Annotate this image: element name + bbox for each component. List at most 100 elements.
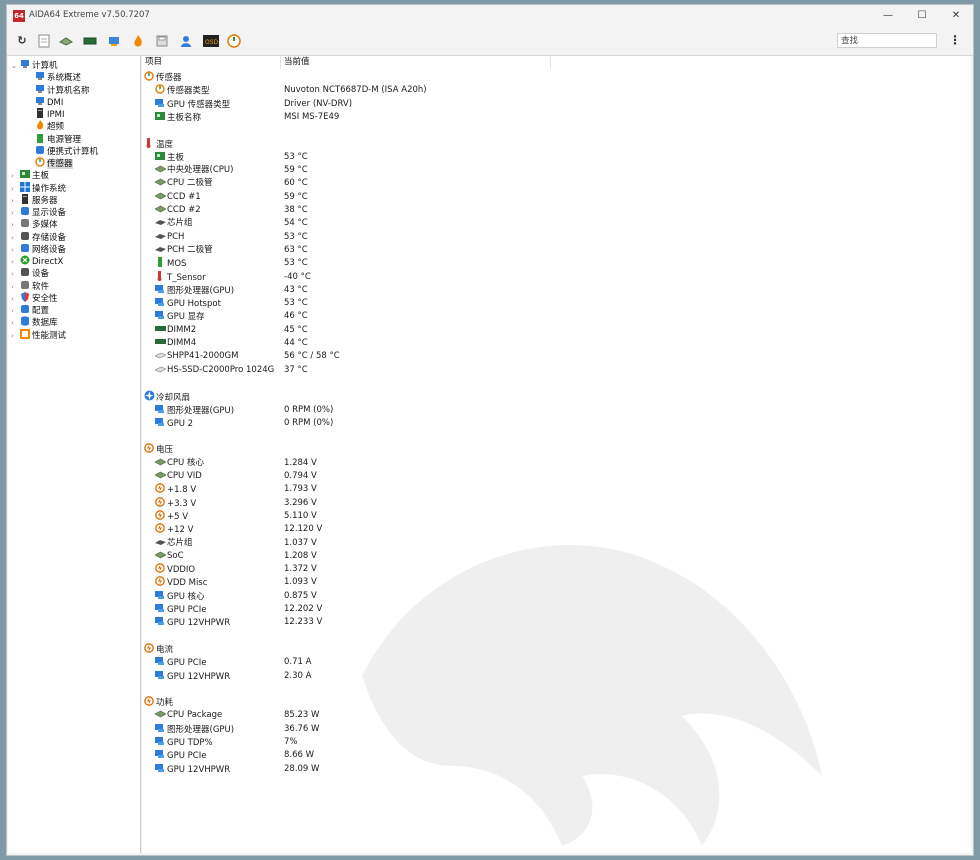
sidebar-item[interactable]: 电源管理 <box>35 133 81 145</box>
table-row[interactable]: 主板名称 <box>155 111 201 124</box>
chevron-right-icon[interactable]: › <box>11 330 20 342</box>
table-row[interactable]: 图形处理器(GPU) <box>155 404 234 417</box>
report-icon[interactable] <box>37 34 51 48</box>
table-row[interactable]: CPU Package <box>154 709 222 722</box>
table-row[interactable]: 主板 <box>155 151 184 164</box>
table-row[interactable]: PCH 二极管 <box>155 244 213 257</box>
table-row[interactable]: 芯片组 <box>155 537 193 550</box>
table-row[interactable]: VDDIO <box>155 563 195 576</box>
sidebar-item[interactable]: › 服务器 <box>11 193 58 207</box>
table-row[interactable]: GPU 传感器类型 <box>155 98 230 111</box>
table-row[interactable]: DIMM2 <box>155 324 196 337</box>
table-row[interactable]: GPU TDP% <box>155 736 213 749</box>
group-header[interactable]: 电流 <box>144 643 173 656</box>
sidebar-item[interactable]: 传感器 <box>35 157 73 169</box>
cpu-icon[interactable] <box>59 34 73 48</box>
table-row[interactable]: GPU 显存 <box>155 310 205 323</box>
table-row[interactable]: HS-SSD-C2000Pro 1024G <box>154 364 274 377</box>
table-row[interactable]: GPU 12VHPWR <box>155 670 230 683</box>
table-row[interactable]: 传感器类型 <box>155 84 210 97</box>
table-row[interactable]: 中央处理器(CPU) <box>154 164 233 177</box>
benchmark-icon[interactable] <box>107 34 121 48</box>
more-options-icon[interactable]: ⋮ <box>949 33 961 47</box>
group-header[interactable]: 传感器 <box>144 71 182 84</box>
chevron-right-icon[interactable]: › <box>11 305 20 317</box>
table-row[interactable]: GPU PCIe <box>155 749 206 762</box>
sidebar-item[interactable]: DMI <box>35 96 63 108</box>
sidebar-item[interactable]: › 显示设备 <box>11 206 66 218</box>
table-row[interactable]: +12 V <box>155 523 193 536</box>
sensor-icon[interactable] <box>227 34 241 48</box>
chevron-right-icon[interactable]: › <box>11 207 20 219</box>
sidebar-item[interactable]: › DirectX <box>11 255 63 267</box>
sidebar-item[interactable]: › 性能测试 <box>11 328 66 342</box>
column-header-item[interactable]: 项目 <box>142 56 281 69</box>
chevron-right-icon[interactable]: › <box>11 170 20 182</box>
sidebar-item[interactable]: › 数据库 <box>11 316 58 328</box>
minimize-button[interactable]: — <box>873 8 903 24</box>
sidebar-item[interactable]: › 配置 <box>11 304 49 316</box>
column-header-value[interactable]: 当前值 <box>281 56 551 69</box>
group-header[interactable]: 电压 <box>144 443 173 456</box>
sidebar-item[interactable]: › 设备 <box>11 267 49 279</box>
sidebar-item[interactable]: 计算机名称 <box>35 84 90 96</box>
table-row[interactable]: GPU 2 <box>155 417 193 430</box>
sidebar-item[interactable]: ⌄ 计算机 <box>11 59 58 71</box>
sidebar-item[interactable]: 系统概述 <box>35 71 81 83</box>
table-row[interactable]: 芯片组 <box>155 217 193 230</box>
table-row[interactable]: GPU Hotspot <box>155 297 221 310</box>
chevron-right-icon[interactable]: › <box>11 256 20 268</box>
table-row[interactable]: GPU 12VHPWR <box>155 616 230 629</box>
table-row[interactable]: PCH <box>155 231 184 244</box>
table-row[interactable]: SHPP41-2000GM <box>154 350 238 363</box>
table-row[interactable]: CCD #2 <box>154 204 201 217</box>
table-row[interactable]: T_Sensor <box>155 270 206 284</box>
chevron-right-icon[interactable]: › <box>11 293 20 305</box>
sidebar-item[interactable]: › 安全性 <box>11 291 58 305</box>
table-row[interactable]: +1.8 V <box>155 483 196 496</box>
table-row[interactable]: GPU PCIe <box>155 656 206 669</box>
chevron-right-icon[interactable]: › <box>11 219 20 231</box>
table-row[interactable]: SoC <box>154 550 184 563</box>
table-row[interactable]: DIMM4 <box>155 337 196 350</box>
chevron-right-icon[interactable]: › <box>11 195 20 207</box>
group-header[interactable]: 温度 <box>144 137 173 151</box>
group-header[interactable]: 功耗 <box>144 696 173 709</box>
table-row[interactable]: CPU 二极管 <box>154 177 213 190</box>
sidebar-item[interactable]: › 网络设备 <box>11 243 66 255</box>
memory-icon[interactable] <box>83 34 97 48</box>
table-row[interactable]: 图形处理器(GPU) <box>155 723 234 736</box>
osd-icon[interactable]: OSD <box>203 34 219 48</box>
chevron-right-icon[interactable]: › <box>11 183 20 195</box>
sidebar-item[interactable]: › 主板 <box>11 169 49 181</box>
chevron-right-icon[interactable]: › <box>11 232 20 244</box>
chevron-down-icon[interactable]: ⌄ <box>11 60 20 72</box>
sidebar-item[interactable]: IPMI <box>35 108 64 120</box>
chevron-right-icon[interactable]: › <box>11 268 20 280</box>
chevron-right-icon[interactable]: › <box>11 317 20 329</box>
table-row[interactable]: +5 V <box>155 510 188 523</box>
search-input[interactable]: 查找 <box>837 33 937 48</box>
group-header[interactable]: 冷却风扇 <box>144 390 190 403</box>
maximize-button[interactable]: ☐ <box>907 8 937 24</box>
table-row[interactable]: GPU 12VHPWR <box>155 763 230 776</box>
user-icon[interactable] <box>179 34 193 48</box>
chevron-right-icon[interactable]: › <box>11 244 20 256</box>
table-row[interactable]: +3.3 V <box>155 496 196 510</box>
sidebar-item[interactable]: 超频 <box>35 120 64 132</box>
sidebar-item[interactable]: 便携式计算机 <box>35 145 98 157</box>
table-row[interactable]: CPU 核心 <box>154 457 204 470</box>
sidebar-item[interactable]: › 软件 <box>11 280 49 292</box>
table-row[interactable]: GPU PCIe <box>155 603 206 616</box>
table-row[interactable]: GPU 核心 <box>155 590 205 603</box>
table-row[interactable]: 图形处理器(GPU) <box>155 284 234 297</box>
sidebar-item[interactable]: › 存储设备 <box>11 231 66 243</box>
table-row[interactable]: CCD #1 <box>154 191 201 204</box>
table-row[interactable]: VDD Misc <box>155 576 207 589</box>
table-row[interactable]: CPU VID <box>154 470 202 483</box>
sidebar-item[interactable]: › 操作系统 <box>11 181 66 195</box>
refresh-icon[interactable]: ↻ <box>15 34 29 48</box>
sidebar-item[interactable]: › 多媒体 <box>11 218 58 230</box>
close-button[interactable]: ✕ <box>941 8 971 24</box>
flame-icon[interactable] <box>131 34 145 48</box>
